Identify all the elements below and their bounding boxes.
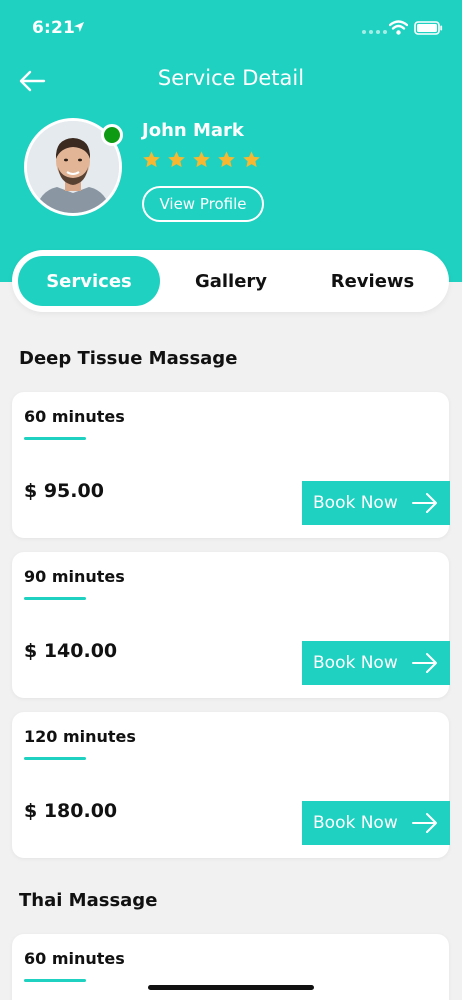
duration-label: 120 minutes <box>24 727 136 746</box>
star-icon <box>143 151 160 168</box>
location-arrow-icon <box>74 22 84 32</box>
section-title: Thai Massage <box>19 890 158 911</box>
star-icon <box>218 151 235 168</box>
book-now-label: Book Now <box>313 653 398 673</box>
service-option-card: 60 minutes $ 95.00 Book Now <box>12 392 450 538</box>
home-indicator <box>148 985 314 990</box>
book-now-button[interactable]: Book Now <box>302 801 450 845</box>
duration-underline <box>24 597 86 600</box>
duration-underline <box>24 757 86 760</box>
price-label: $ 140.00 <box>24 640 118 662</box>
service-option-card: 120 minutes $ 180.00 Book Now <box>12 712 450 858</box>
status-bar: 6:21 <box>0 0 462 54</box>
duration-label: 60 minutes <box>24 949 125 968</box>
service-option-card: 90 minutes $ 140.00 Book Now <box>12 552 450 698</box>
book-now-button[interactable]: Book Now <box>302 641 450 685</box>
price-label: $ 95.00 <box>24 480 104 502</box>
price-label: $ 180.00 <box>24 800 118 822</box>
profile-name: John Mark <box>142 120 244 141</box>
book-now-button[interactable]: Book Now <box>302 481 450 525</box>
duration-label: 60 minutes <box>24 407 125 426</box>
status-time: 6:21 <box>32 18 76 38</box>
battery-icon <box>414 21 443 35</box>
book-now-label: Book Now <box>313 813 398 833</box>
tab-bar: Services Gallery Reviews <box>12 250 449 312</box>
duration-label: 90 minutes <box>24 567 125 586</box>
duration-underline <box>24 437 86 440</box>
duration-underline <box>24 979 86 982</box>
arrow-right-icon <box>412 813 437 833</box>
star-icon <box>168 151 185 168</box>
star-icon <box>193 151 210 168</box>
book-now-label: Book Now <box>313 493 398 513</box>
rating-stars <box>142 150 261 169</box>
arrow-right-icon <box>412 653 437 673</box>
signal-icon <box>362 30 387 34</box>
section-title: Deep Tissue Massage <box>19 348 238 369</box>
tab-reviews[interactable]: Reviews <box>302 256 443 306</box>
tab-gallery[interactable]: Gallery <box>160 256 302 306</box>
online-status-dot <box>101 124 123 146</box>
star-icon <box>243 151 260 168</box>
view-profile-button[interactable]: View Profile <box>142 186 264 222</box>
wifi-icon <box>389 20 408 35</box>
arrow-right-icon <box>412 493 437 513</box>
service-option-card: 60 minutes <box>12 934 449 1000</box>
tab-services[interactable]: Services <box>18 256 160 306</box>
page-title: Service Detail <box>157 66 305 90</box>
